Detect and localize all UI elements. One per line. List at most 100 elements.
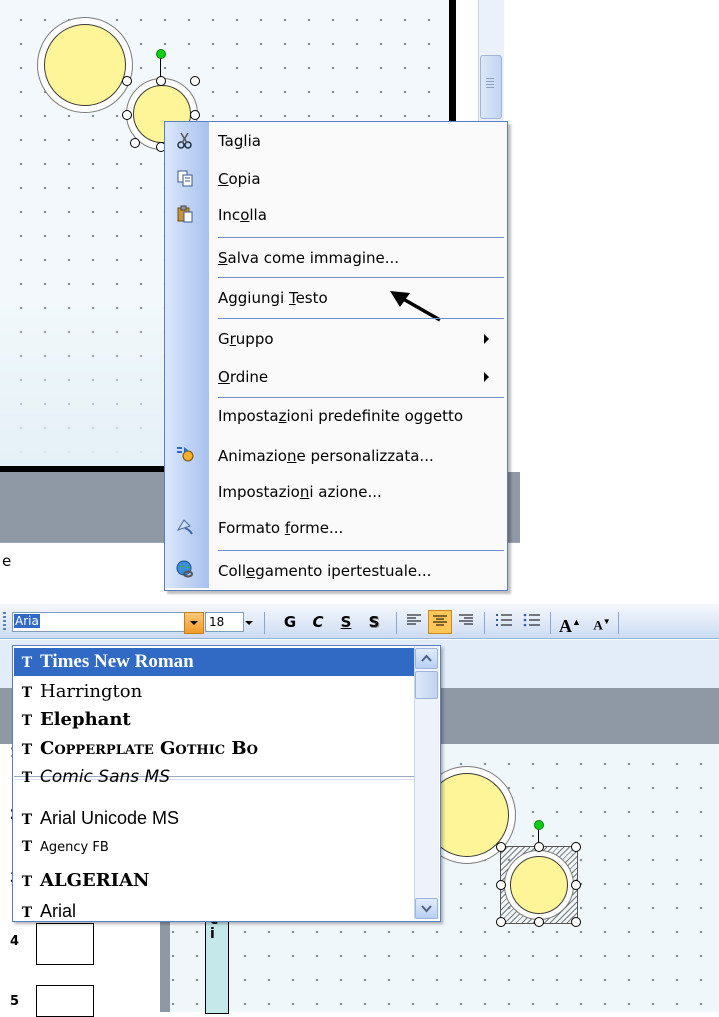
truetype-icon: T [21,769,33,786]
paste-icon [175,205,195,225]
hyperlink-icon [175,559,195,579]
font-list-item[interactable]: T Times New Roman [14,648,421,676]
rotation-handle[interactable] [156,49,166,59]
align-center-button[interactable] [428,610,452,634]
truetype-icon: T [21,904,33,921]
font-list-item[interactable]: T Elephant [14,706,421,734]
rotation-handle[interactable] [534,820,544,830]
font-list-item[interactable]: T ALGERIAN [14,867,421,895]
resize-handle-ne[interactable] [190,76,200,86]
increase-font-button[interactable]: A▲ [558,610,582,636]
italic-button[interactable]: C [306,610,330,634]
toolbar-separator [264,612,265,634]
resize-handle-sw[interactable] [496,917,506,927]
menu-item-animazione-personalizzata[interactable]: Animazione personalizzata... [218,446,434,466]
resize-handle-s[interactable] [534,917,544,927]
align-left-button[interactable] [402,610,426,634]
font-list-item-label: Arial Unicode MS [40,808,180,828]
resize-handle-se[interactable] [571,917,581,927]
font-list-item-label: ALGERIAN [40,870,150,891]
font-list-item[interactable]: T Harrington [14,678,421,706]
submenu-arrow-icon [484,372,489,382]
truetype-icon: T [21,741,33,758]
bullets-button[interactable] [520,610,544,634]
truetype-icon: T [21,654,33,671]
align-right-icon [459,614,473,625]
menu-item-impostazioni-azione[interactable]: Impostazioni azione... [218,482,382,502]
resize-handle-sw[interactable] [130,138,140,148]
menu-item-copia[interactable]: Copia [218,169,261,189]
resize-handle-n[interactable] [534,842,544,852]
font-list-item-label: Comic Sans MS [40,767,171,787]
slide-thumbnail[interactable] [36,923,94,965]
menu-item-salva-come-immagine[interactable]: Salva come immagine... [218,248,399,268]
underline-button[interactable]: S [334,610,358,634]
numbered-list-icon [496,614,512,626]
align-right-button[interactable] [454,610,478,634]
resize-handle-w[interactable] [122,110,132,120]
truetype-icon: T [21,873,33,890]
font-list-item[interactable]: T Agency FB [14,832,421,860]
menu-item-incolla[interactable]: Incolla [218,205,267,225]
font-list-item[interactable]: T Comic Sans MS [14,763,421,791]
circle-shape[interactable] [44,24,126,106]
resize-handle-nw[interactable] [496,842,506,852]
shadow-button[interactable]: S [362,610,386,634]
truetype-icon: T [21,712,33,729]
menu-item-collegamento-ipertestuale[interactable]: Collegamento ipertestuale... [218,561,431,581]
font-list-scroll-thumb[interactable] [415,671,438,699]
font-list-item-label: Harrington [40,681,143,702]
font-list-item[interactable]: T Arial Unicode MS [14,804,421,832]
font-list-item-label: Times New Roman [40,651,194,672]
font-list-item[interactable]: T Copperplate Gothic Bo [14,735,421,763]
bold-button[interactable]: G [278,610,302,634]
align-left-icon [407,614,421,625]
notes-text: e [2,552,12,570]
toolbar-separator [396,612,397,634]
selected-circle-shape[interactable] [510,856,568,914]
menu-item-impostazioni-predefinite[interactable]: Impostazioni predefinite oggetto [218,406,463,426]
menu-item-gruppo[interactable]: Gruppo [218,329,274,349]
pointer-arrow-icon [388,288,448,328]
scrollbar-grip-icon [486,78,494,90]
copy-icon [175,169,195,189]
menu-item-taglia[interactable]: Taglia [218,131,261,151]
font-size-input[interactable]: 18 [205,612,244,632]
font-list-item[interactable]: T Arial [14,897,421,925]
submenu-arrow-icon [484,334,489,344]
resize-handle-w[interactable] [496,880,506,890]
menu-separator [218,550,504,551]
menu-separator [218,277,504,278]
menu-separator [218,397,504,398]
resize-handle-e[interactable] [190,110,200,120]
resize-handle-ne[interactable] [571,842,581,852]
slide-number: 5 [10,994,20,1009]
menu-separator [218,318,504,319]
numbering-button[interactable] [492,610,516,634]
menu-item-ordine[interactable]: Ordine [218,367,268,387]
truetype-icon: T [21,684,33,701]
resize-handle-e[interactable] [571,880,581,890]
chevron-up-icon [421,654,432,662]
resize-handle-nw[interactable] [122,76,132,86]
chevron-down-icon [421,905,432,913]
chevron-down-icon [245,621,253,625]
toolbar-separator [550,612,551,634]
font-list-item-label: Arial [40,901,77,921]
custom-animation-icon [175,444,195,464]
menu-item-aggiungi-testo[interactable]: Aggiungi Testo [218,288,328,308]
scroll-down-button[interactable] [415,898,438,919]
bulleted-list-icon [523,613,540,627]
scroll-up-button[interactable] [415,648,438,669]
resize-handle-n[interactable] [156,76,166,86]
font-name-value: Arial [15,614,43,628]
slide-number: 4 [10,934,20,949]
menu-item-formato-forme[interactable]: Formato forme... [218,518,343,538]
menu-separator [218,237,504,238]
font-list-item-label: Copperplate Gothic Bo [40,738,258,759]
slide-thumbnail[interactable] [36,985,94,1017]
toolbar-separator [484,612,485,634]
decrease-font-label: A [593,617,603,633]
toolbar-grip-icon[interactable] [3,612,6,632]
decrease-font-button[interactable]: A▼ [590,610,614,634]
